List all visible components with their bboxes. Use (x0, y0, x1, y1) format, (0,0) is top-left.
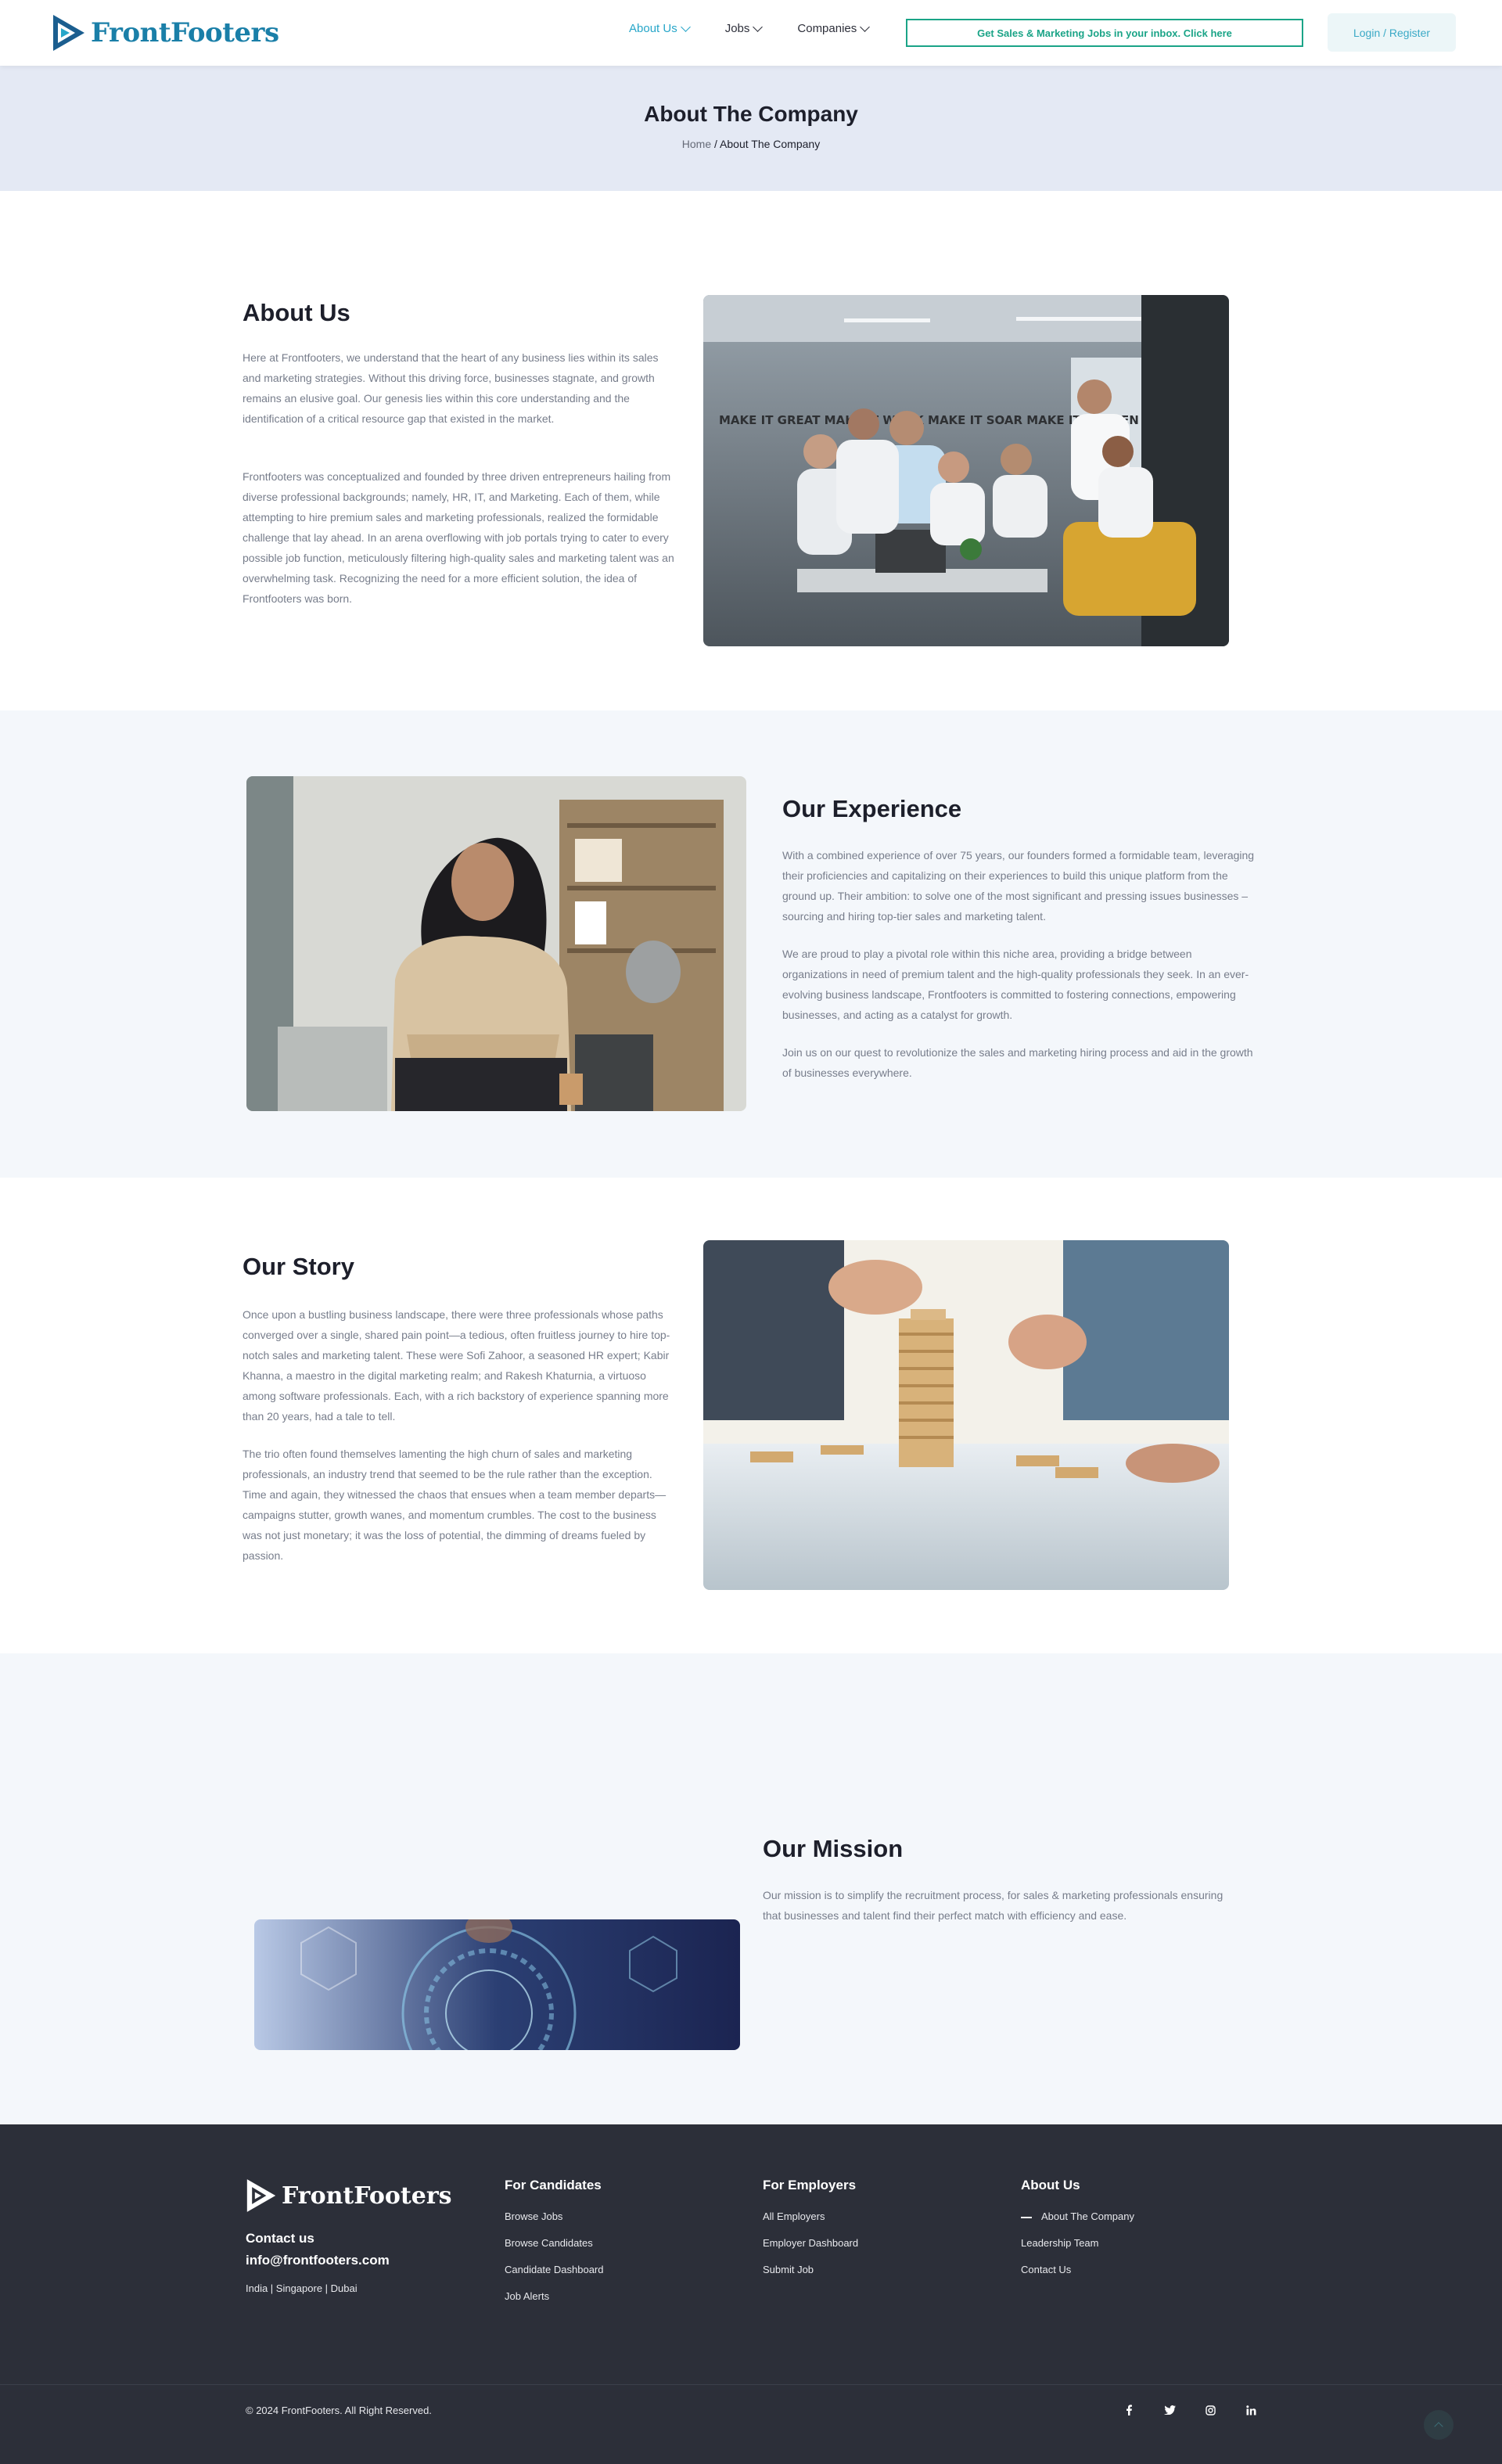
site-header: FrontFooters About Us Jobs Companies Get… (0, 0, 1502, 66)
footer-link-browse-jobs[interactable]: Browse Jobs (505, 2210, 603, 2222)
logo-play-icon (246, 2179, 276, 2212)
footer-link-browse-candidates[interactable]: Browse Candidates (505, 2237, 603, 2249)
site-footer: FrontFooters Contact us info@frontfooter… (0, 2124, 1502, 2464)
jobs-inbox-promo-button[interactable]: Get Sales & Marketing Jobs in your inbox… (906, 19, 1303, 47)
nav-companies-label: Companies (797, 22, 857, 35)
chevron-up-icon (1434, 2422, 1443, 2431)
breadcrumb: Home / About The Company (0, 138, 1502, 150)
about-us-paragraph-2: Frontfooters was conceptualized and foun… (243, 470, 674, 605)
facebook-icon[interactable] (1119, 2400, 1139, 2420)
breadcrumb-home[interactable]: Home (682, 138, 711, 150)
nav-about-us-label: About Us (629, 22, 677, 35)
our-story-section: Our Story Once upon a bustling business … (0, 1178, 1502, 1653)
chevron-down-icon (753, 21, 764, 32)
our-mission-section: Our Mission Our mission is to simplify t… (0, 1653, 1502, 2124)
footer-link-candidate-dashboard[interactable]: Candidate Dashboard (505, 2264, 603, 2275)
breadcrumb-separator: / (714, 138, 717, 150)
logo-play-icon (53, 15, 84, 51)
footer-link-leadership-team[interactable]: Leadership Team (1021, 2237, 1134, 2249)
chevron-down-icon (680, 21, 691, 32)
logo-text: FrontFooters (91, 17, 279, 49)
our-story-title: Our Story (243, 1253, 354, 1280)
team-meeting-image: MAKE IT GREAT MAKE IT WORK MAKE IT SOAR … (703, 295, 1229, 646)
about-us-paragraph-1: Here at Frontfooters, we understand that… (243, 351, 659, 425)
our-experience-paragraph-3: Join us on our quest to revolutionize th… (782, 1046, 1253, 1079)
breadcrumb-current: About The Company (720, 138, 821, 150)
footer-col-about: About Us About The Company Leadership Te… (1021, 2178, 1134, 2290)
nav-companies[interactable]: Companies (797, 21, 871, 35)
site-logo[interactable]: FrontFooters (52, 13, 279, 52)
footer-link-contact-us[interactable]: Contact Us (1021, 2264, 1134, 2275)
page-title: About The Company (644, 102, 858, 126)
our-experience-paragraph-1: With a combined experience of over 75 ye… (782, 849, 1255, 923)
footer-contact: Contact us info@frontfooters.com (246, 2228, 390, 2272)
footer-col-employers: For Employers All Employers Employer Das… (763, 2178, 858, 2290)
nav-jobs[interactable]: Jobs (724, 21, 764, 35)
our-experience-section: Our Experience With a combined experienc… (0, 710, 1502, 1178)
login-register-button[interactable]: Login / Register (1328, 13, 1456, 52)
our-experience-title: Our Experience (782, 795, 962, 822)
tech-interface-image (254, 1919, 740, 2050)
main-nav: About Us Jobs Companies (629, 21, 871, 35)
contact-label: Contact us (246, 2231, 314, 2246)
footer-link-submit-job[interactable]: Submit Job (763, 2264, 858, 2275)
footer-col-candidates: For Candidates Browse Jobs Browse Candid… (505, 2178, 603, 2317)
footer-locations: India | Singapore | Dubai (246, 2282, 358, 2294)
footer-divider (0, 2384, 1502, 2385)
our-story-paragraph-2: The trio often found themselves lamentin… (243, 1448, 667, 1562)
footer-col-title: About Us (1021, 2178, 1080, 2192)
linkedin-icon[interactable] (1241, 2400, 1261, 2420)
footer-link-job-alerts[interactable]: Job Alerts (505, 2290, 603, 2302)
our-experience-paragraph-2: We are proud to play a pivotal role with… (782, 948, 1249, 1021)
page-title-band: About The Company Home / About The Compa… (0, 66, 1502, 191)
copyright-text: © 2024 FrontFooters. All Right Reserved. (246, 2405, 432, 2416)
footer-logo[interactable]: FrontFooters (246, 2178, 452, 2214)
footer-link-all-employers[interactable]: All Employers (763, 2210, 858, 2222)
contact-email[interactable]: info@frontfooters.com (246, 2250, 390, 2272)
social-links (1119, 2400, 1261, 2420)
footer-logo-text: FrontFooters (282, 2182, 452, 2210)
footer-col-title: For Employers (763, 2178, 857, 2192)
twitter-icon[interactable] (1159, 2400, 1180, 2420)
our-story-paragraph-1: Once upon a bustling business landscape,… (243, 1308, 670, 1423)
our-mission-paragraph: Our mission is to simplify the recruitme… (763, 1889, 1224, 1922)
professional-woman-image (246, 776, 746, 1111)
our-mission-title: Our Mission (763, 1835, 904, 1862)
jenga-tower-image (703, 1240, 1229, 1590)
instagram-icon[interactable] (1200, 2400, 1220, 2420)
chevron-down-icon (860, 21, 871, 32)
about-us-section: About Us Here at Frontfooters, we unders… (0, 191, 1502, 710)
about-us-title: About Us (243, 299, 350, 326)
scroll-to-top-button[interactable] (1424, 2410, 1453, 2440)
nav-jobs-label: Jobs (724, 22, 750, 35)
nav-about-us[interactable]: About Us (629, 21, 691, 35)
footer-link-employer-dashboard[interactable]: Employer Dashboard (763, 2237, 858, 2249)
footer-col-title: For Candidates (505, 2178, 602, 2192)
footer-link-about-the-company[interactable]: About The Company (1021, 2210, 1134, 2222)
